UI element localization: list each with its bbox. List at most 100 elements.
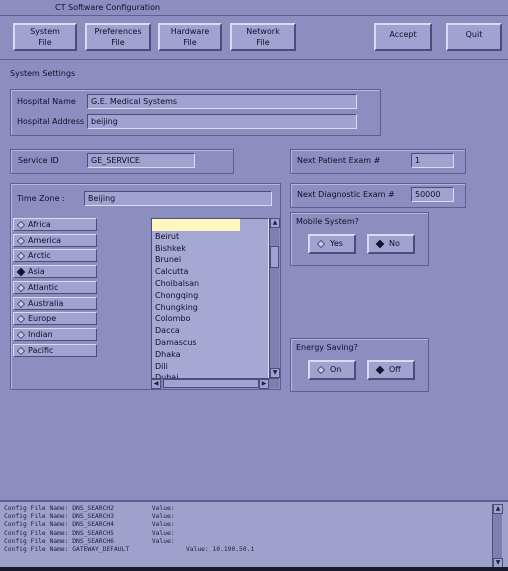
timezone-label: Time Zone : — [17, 194, 65, 203]
city-list-item[interactable]: Beirut — [152, 231, 268, 243]
next-diagnostic-label: Next Diagnostic Exam # — [297, 190, 395, 199]
toolbar: System File Preferences File Hardware Fi… — [0, 17, 508, 60]
hospital-name-field[interactable]: G.E. Medical Systems — [87, 94, 357, 109]
radio-diamond-icon — [16, 314, 26, 324]
tab-hardware-file[interactable]: Hardware File — [158, 23, 222, 51]
region-label: Africa — [28, 220, 51, 229]
scroll-left-icon[interactable]: ◀ — [151, 379, 161, 389]
config-console: Config File Name: DNS_SEARCH2 Value: Conf… — [0, 500, 508, 571]
radio-diamond-icon — [16, 299, 26, 308]
region-label: America — [28, 235, 61, 245]
tab-hardware-sublabel: File — [183, 38, 197, 47]
city-list-item[interactable]: Colombo — [152, 313, 268, 325]
scroll-thumb[interactable] — [270, 246, 279, 268]
mobile-yes-label: Yes — [330, 239, 343, 248]
city-list[interactable]: Beijing Beirut Bishkek Brunei Calcutta Choiba… — [151, 218, 269, 378]
radio-diamond-icon — [375, 239, 385, 249]
mobile-system-label: Mobile System? — [296, 217, 359, 226]
tab-hardware-label: Hardware — [170, 27, 210, 36]
mobile-yes-button[interactable]: Yes — [308, 234, 356, 254]
energy-on-button[interactable]: On — [308, 360, 356, 380]
radio-diamond-icon — [16, 330, 26, 340]
radio-diamond-icon — [316, 239, 326, 249]
window-title: CT Software Configuration — [55, 3, 161, 12]
tab-network-label: Network — [246, 27, 280, 36]
accept-label: Accept — [389, 30, 417, 39]
service-id-label: Service ID — [18, 156, 59, 165]
region-label: Arctic — [28, 251, 51, 261]
hospital-name-label: Hospital Name — [17, 97, 76, 106]
radio-diamond-icon — [16, 346, 26, 355]
radio-diamond-icon — [16, 236, 26, 245]
console-log: Config File Name: DNS_SEARCH2 Value: Conf… — [4, 505, 254, 554]
tab-network-file[interactable]: Network File — [230, 23, 296, 51]
quit-button[interactable]: Quit — [446, 23, 502, 51]
console-line: Config File Name: GATEWAY_DEFAULT Value:… — [4, 546, 255, 554]
tab-system-sublabel: File — [38, 38, 52, 47]
console-line: Config File Name: DNS_SEARCH3 Value: — [4, 513, 175, 521]
radio-diamond-icon — [375, 365, 385, 375]
city-list-item[interactable]: Dili — [152, 361, 268, 373]
city-list-item[interactable]: Dhaka — [152, 349, 268, 361]
hospital-address-field[interactable]: beijing — [87, 114, 357, 129]
region-button-indian[interactable]: Indian — [13, 327, 97, 341]
mobile-no-label: No — [389, 239, 400, 248]
region-button-europe[interactable]: Europe — [13, 312, 97, 326]
city-list-item[interactable]: Brunei — [152, 254, 268, 266]
city-list-item[interactable]: Bishkek — [152, 243, 268, 255]
city-list-item[interactable]: Choibalsan — [152, 278, 268, 290]
next-patient-label: Next Patient Exam # — [297, 156, 381, 165]
region-label: Australia — [28, 298, 64, 308]
city-list-item[interactable]: Calcutta — [152, 266, 268, 278]
timezone-field[interactable]: Beijing — [84, 191, 272, 206]
console-scrollbar[interactable]: ▲ ▼ — [492, 504, 503, 568]
city-list-horizontal-scrollbar[interactable]: ◀ ▶ — [151, 378, 279, 389]
energy-off-label: Off — [389, 365, 401, 374]
tab-system-label: System — [30, 27, 60, 36]
bottom-edge — [0, 567, 508, 571]
region-button-africa[interactable]: Africa — [13, 218, 97, 231]
region-button-australia[interactable]: Australia — [13, 296, 97, 310]
city-list-item[interactable]: Dacca — [152, 325, 268, 337]
tab-preferences-label: Preferences — [94, 27, 142, 36]
console-line: Config File Name: DNS_SEARCH4 Value: — [4, 521, 175, 529]
city-list-vertical-scrollbar[interactable]: ▲ ▼ — [269, 218, 280, 378]
city-list-item[interactable]: Chungking — [152, 302, 268, 314]
energy-on-label: On — [330, 365, 342, 374]
mobile-no-button[interactable]: No — [367, 234, 415, 254]
energy-off-button[interactable]: Off — [367, 360, 415, 380]
radio-diamond-icon — [16, 220, 26, 230]
region-label: Pacific — [28, 345, 54, 355]
accept-button[interactable]: Accept — [374, 23, 432, 51]
tab-system-file[interactable]: System File — [13, 23, 77, 51]
radio-diamond-icon — [316, 365, 326, 375]
console-line: Config File Name: DNS_SEARCH5 Value: — [4, 529, 175, 537]
radio-diamond-icon — [16, 267, 26, 277]
console-line: Config File Name: DNS_SEARCH2 Value: — [4, 505, 175, 512]
radio-diamond-icon — [16, 252, 26, 261]
console-line: Config File Name: DNS_SEARCH6 Value: — [4, 537, 175, 545]
tab-network-sublabel: File — [256, 38, 270, 47]
city-list-item[interactable]: Beijing — [152, 219, 240, 231]
scroll-right-icon[interactable]: ▶ — [259, 379, 269, 389]
region-label: Indian — [28, 329, 53, 339]
region-button-atlantic[interactable]: Atlantic — [13, 280, 97, 294]
tab-preferences-file[interactable]: Preferences File — [85, 23, 151, 51]
region-button-asia[interactable]: Asia — [13, 265, 97, 279]
scroll-thumb-horizontal[interactable] — [163, 379, 259, 388]
window-title-bar: CT Software Configuration — [0, 0, 508, 16]
region-button-pacific[interactable]: Pacific — [13, 343, 97, 357]
city-list-item[interactable]: Damascus — [152, 337, 268, 349]
next-diagnostic-field[interactable]: 50000 — [411, 187, 454, 202]
scroll-down-icon[interactable]: ▼ — [270, 368, 280, 378]
console-scroll-up-icon[interactable]: ▲ — [493, 504, 503, 514]
scroll-up-icon[interactable]: ▲ — [270, 218, 280, 228]
city-list-item[interactable]: Chongqing — [152, 290, 268, 302]
region-button-arctic[interactable]: Arctic — [13, 249, 97, 263]
next-patient-field[interactable]: 1 — [411, 153, 454, 168]
region-button-america[interactable]: America — [13, 233, 97, 247]
region-label: Atlantic — [28, 282, 59, 292]
service-id-field[interactable]: GE_SERVICE — [87, 153, 195, 168]
hospital-address-label: Hospital Address — [17, 117, 85, 126]
system-settings-heading: System Settings — [10, 69, 76, 78]
